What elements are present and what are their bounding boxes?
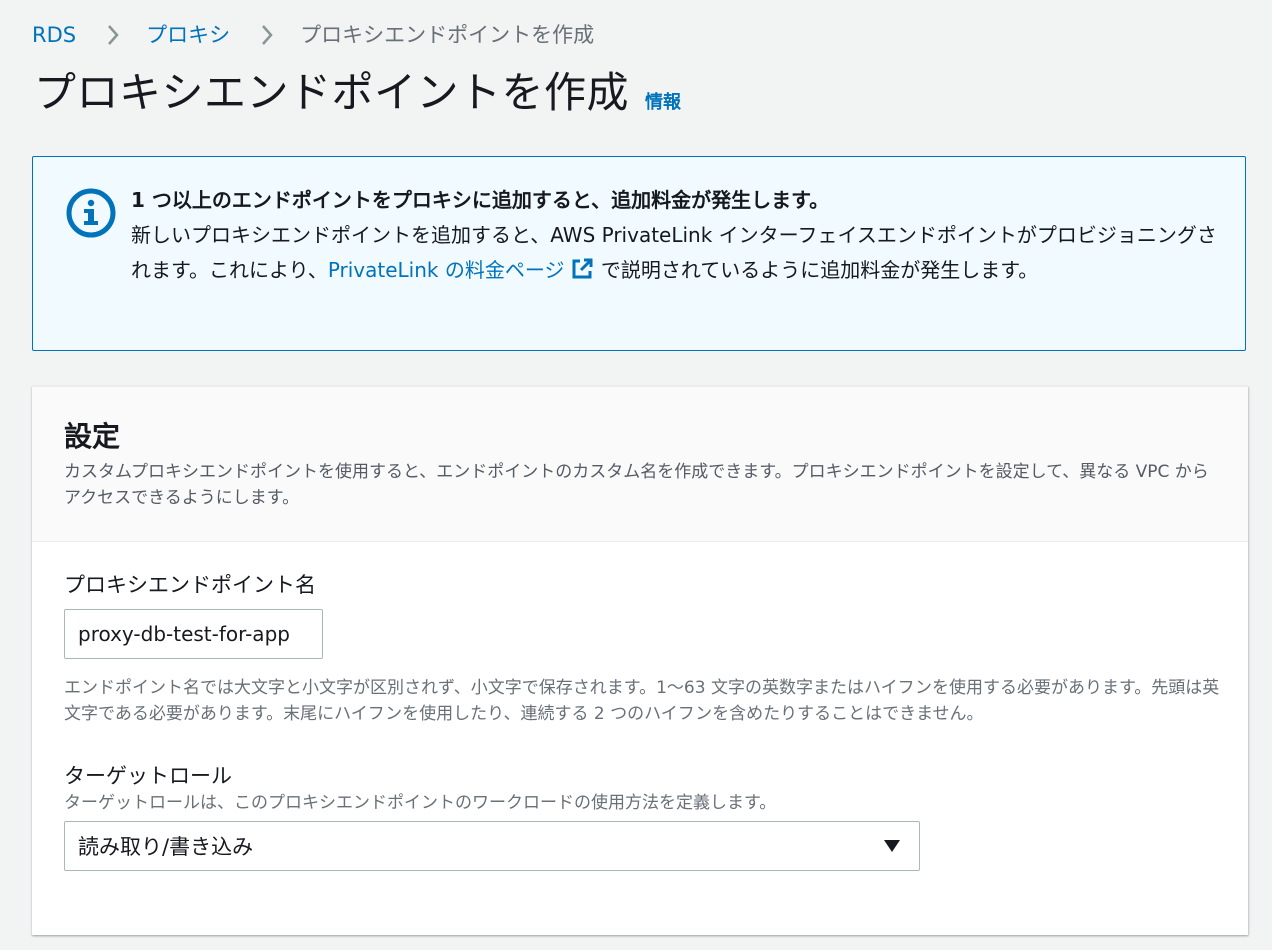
page-header: プロキシエンドポイントを作成 情報: [34, 62, 681, 124]
page-title: プロキシエンドポイントを作成: [34, 68, 630, 117]
target-role-selected-value: 読み取り/書き込み: [78, 835, 254, 859]
target-role-label: ターゲットロール: [64, 764, 232, 788]
settings-description: カスタムプロキシエンドポイントを使用すると、エンドポイントのカスタム名を作成でき…: [64, 462, 1209, 508]
settings-body: プロキシエンドポイント名 proxy-db-test-for-app エンドポイ…: [32, 542, 1248, 871]
endpoint-name-label: プロキシエンドポイント名: [64, 573, 316, 597]
endpoint-name-field: プロキシエンドポイント名 proxy-db-test-for-app エンドポイ…: [64, 570, 1219, 727]
privatelink-pricing-link[interactable]: PrivateLink の料金ページ: [328, 258, 595, 282]
info-alert: 1 つ以上のエンドポイントをプロキシに追加すると、追加料金が発生します。 新しい…: [32, 156, 1246, 351]
breadcrumb-link-rds[interactable]: RDS: [32, 20, 76, 50]
privatelink-pricing-link-label: PrivateLink の料金ページ: [327, 258, 565, 282]
target-role-select[interactable]: 読み取り/書き込み: [64, 821, 920, 871]
breadcrumb-current: プロキシエンドポイントを作成: [300, 23, 595, 47]
settings-title: 設定: [64, 420, 121, 453]
chevron-right-icon: [98, 20, 128, 50]
settings-container: 設定 カスタムプロキシエンドポイントを使用すると、エンドポイントのカスタム名を作…: [32, 386, 1248, 935]
info-icon: [65, 187, 117, 239]
chevron-right-icon: [252, 20, 282, 50]
breadcrumb: RDS プロキシ プロキシエンドポイントを作成: [32, 20, 594, 50]
target-role-field: ターゲットロール ターゲットロールは、このプロキシエンドポイントのワークロードの…: [64, 761, 1216, 871]
alert-content: 1 つ以上のエンドポイントをプロキシに追加すると、追加料金が発生します。 新しい…: [131, 183, 1221, 288]
info-link[interactable]: 情報: [645, 88, 681, 114]
alert-heading: 1 つ以上のエンドポイントをプロキシに追加すると、追加料金が発生します。: [131, 188, 830, 212]
external-link-icon: [570, 257, 594, 281]
endpoint-name-input[interactable]: proxy-db-test-for-app: [64, 609, 323, 659]
endpoint-name-constraint: エンドポイント名では大文字と小文字が区別されず、小文字で保存されます。1〜63 …: [64, 678, 1220, 724]
target-role-description: ターゲットロールは、このプロキシエンドポイントのワークロードの使用方法を定義しま…: [64, 793, 777, 813]
settings-header: 設定 カスタムプロキシエンドポイントを使用すると、エンドポイントのカスタム名を作…: [32, 387, 1248, 542]
caret-down-icon: [882, 836, 902, 856]
breadcrumb-link-proxies[interactable]: プロキシ: [146, 20, 230, 50]
alert-text-after-link: で説明されているように追加料金が発生します。: [594, 258, 1039, 282]
alert-message: 新しいプロキシエンドポイントを追加すると、AWS PrivateLink インタ…: [131, 218, 1221, 288]
